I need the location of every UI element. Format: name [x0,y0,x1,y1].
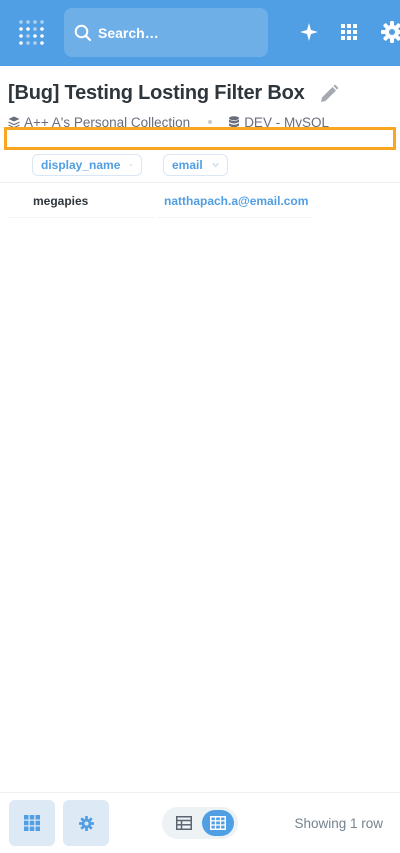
question-footer: Showing 1 row [0,792,400,853]
settings-button[interactable] [63,800,109,846]
table-icon [176,816,192,830]
sparkle-icon[interactable] [297,20,321,44]
separator-dot [208,120,213,124]
grid-apps-icon[interactable] [337,20,361,44]
question-title[interactable]: [Bug] Testing Losting Filter Box [8,82,305,105]
table-cell: megapies [33,194,89,208]
gear-icon[interactable] [380,20,400,44]
visualization-view-toggle[interactable] [202,810,234,836]
row-count-label: Showing 1 row [294,816,383,831]
search-input[interactable]: Search… [64,8,268,57]
column-label: display_name [41,158,121,172]
grid-icon [24,815,40,831]
gear-icon [78,815,94,831]
filter-box-highlight[interactable] [4,127,396,150]
visualization-button[interactable] [9,800,55,846]
column-header-email[interactable]: email [163,154,228,176]
row-divider [8,217,154,218]
chevron-down-icon [129,163,133,167]
row-divider [157,217,313,218]
view-toggle [162,807,238,839]
top-navigation-bar: Search… [0,0,400,66]
search-icon [74,24,92,41]
metabase-logo-icon[interactable] [17,18,47,48]
table-cell-link[interactable]: natthapach.a@email.com [164,194,308,208]
table-view-toggle[interactable] [170,813,198,833]
header-divider [0,182,400,183]
column-header-display-name[interactable]: display_name [32,154,142,176]
column-label: email [172,158,203,172]
pencil-edit-icon[interactable] [319,84,339,104]
search-placeholder: Search… [98,24,159,41]
chevron-down-icon [212,162,219,168]
grid-table-icon [210,816,226,830]
